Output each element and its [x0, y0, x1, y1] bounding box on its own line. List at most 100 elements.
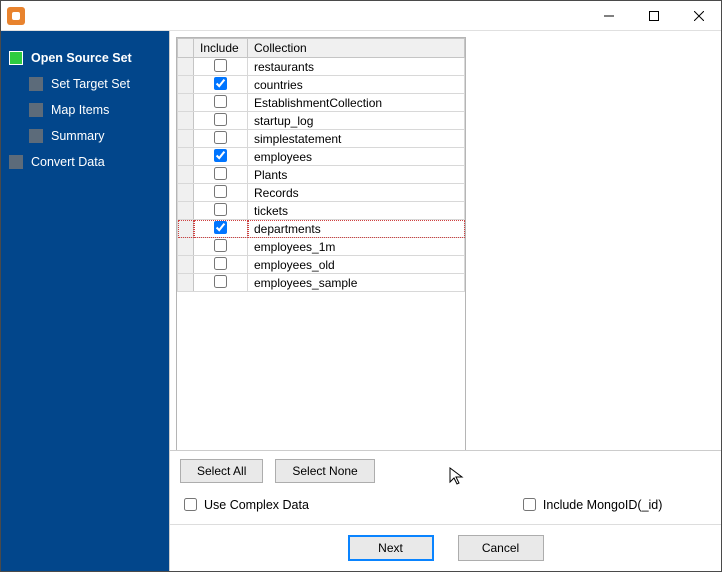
collection-name-cell[interactable]: employees_sample — [248, 274, 465, 292]
step-marker-icon — [29, 129, 43, 143]
table-row[interactable]: employees_1m — [178, 238, 465, 256]
include-checkbox[interactable] — [214, 239, 227, 252]
table-row[interactable]: departments — [178, 220, 465, 238]
table-row[interactable]: employees_sample — [178, 274, 465, 292]
collection-name-cell[interactable]: employees_1m — [248, 238, 465, 256]
close-button[interactable] — [676, 1, 721, 30]
include-cell[interactable] — [194, 202, 248, 220]
wizard-footer: Next Cancel — [170, 524, 721, 571]
collection-name-cell[interactable]: simplestatement — [248, 130, 465, 148]
include-cell[interactable] — [194, 274, 248, 292]
table-row[interactable]: employees — [178, 148, 465, 166]
row-header-cell[interactable] — [178, 184, 194, 202]
collection-name-cell[interactable]: tickets — [248, 202, 465, 220]
step-marker-icon — [9, 51, 23, 65]
include-cell[interactable] — [194, 256, 248, 274]
collection-name-cell[interactable]: employees_old — [248, 256, 465, 274]
collections-table-wrap: Include Collection restaurantscountriesE… — [176, 37, 466, 451]
col-include-header[interactable]: Include — [194, 39, 248, 58]
collection-name-cell[interactable]: Records — [248, 184, 465, 202]
collection-name-cell[interactable]: EstablishmentCollection — [248, 94, 465, 112]
table-row[interactable]: countries — [178, 76, 465, 94]
row-header-cell[interactable] — [178, 274, 194, 292]
collection-name-cell[interactable]: Plants — [248, 166, 465, 184]
row-header-cell[interactable] — [178, 148, 194, 166]
wizard-step-map-items[interactable]: Map Items — [1, 97, 169, 123]
include-checkbox[interactable] — [214, 131, 227, 144]
select-none-button[interactable]: Select None — [275, 459, 374, 483]
row-header-cell[interactable] — [178, 94, 194, 112]
include-checkbox[interactable] — [214, 149, 227, 162]
row-header-cell[interactable] — [178, 256, 194, 274]
table-row[interactable]: restaurants — [178, 58, 465, 76]
window-controls — [586, 1, 721, 30]
include-checkbox[interactable] — [214, 59, 227, 72]
include-cell[interactable] — [194, 94, 248, 112]
collection-name-cell[interactable]: countries — [248, 76, 465, 94]
row-header-cell[interactable] — [178, 220, 194, 238]
row-header-cell[interactable] — [178, 112, 194, 130]
include-checkbox[interactable] — [214, 77, 227, 90]
row-header-cell[interactable] — [178, 166, 194, 184]
include-cell[interactable] — [194, 58, 248, 76]
include-cell[interactable] — [194, 220, 248, 238]
main-panel: Include Collection restaurantscountriesE… — [169, 31, 721, 571]
row-header-cell[interactable] — [178, 238, 194, 256]
table-row[interactable]: Plants — [178, 166, 465, 184]
collection-name-cell[interactable]: restaurants — [248, 58, 465, 76]
step-label: Convert Data — [31, 155, 105, 169]
include-cell[interactable] — [194, 166, 248, 184]
maximize-button[interactable] — [631, 1, 676, 30]
next-button[interactable]: Next — [348, 535, 434, 561]
row-header-cell[interactable] — [178, 130, 194, 148]
include-cell[interactable] — [194, 184, 248, 202]
include-checkbox[interactable] — [214, 275, 227, 288]
include-cell[interactable] — [194, 148, 248, 166]
include-checkbox[interactable] — [214, 95, 227, 108]
maximize-icon — [649, 11, 659, 21]
use-complex-data-label: Use Complex Data — [204, 498, 309, 512]
minimize-icon — [604, 11, 614, 21]
row-header-cell[interactable] — [178, 202, 194, 220]
collection-name-cell[interactable]: employees — [248, 148, 465, 166]
use-complex-data-option[interactable]: Use Complex Data — [180, 495, 309, 514]
include-checkbox[interactable] — [214, 185, 227, 198]
step-marker-icon — [29, 77, 43, 91]
collections-table: Include Collection restaurantscountriesE… — [177, 38, 465, 292]
select-all-button[interactable]: Select All — [180, 459, 263, 483]
table-row[interactable]: EstablishmentCollection — [178, 94, 465, 112]
include-checkbox[interactable] — [214, 221, 227, 234]
step-label: Set Target Set — [51, 77, 130, 91]
include-checkbox[interactable] — [214, 257, 227, 270]
include-mongoid-label: Include MongoID(_id) — [543, 498, 663, 512]
table-row[interactable]: employees_old — [178, 256, 465, 274]
col-collection-header[interactable]: Collection — [248, 39, 465, 58]
row-header-cell[interactable] — [178, 58, 194, 76]
include-cell[interactable] — [194, 130, 248, 148]
table-scroll-area[interactable]: Include Collection restaurantscountriesE… — [170, 31, 721, 451]
options-row: Use Complex Data Include MongoID(_id) — [170, 491, 721, 524]
collection-name-cell[interactable]: startup_log — [248, 112, 465, 130]
wizard-step-convert-data[interactable]: Convert Data — [1, 149, 169, 175]
row-header-cell[interactable] — [178, 76, 194, 94]
include-checkbox[interactable] — [214, 167, 227, 180]
include-mongoid-option[interactable]: Include MongoID(_id) — [519, 495, 663, 514]
use-complex-data-checkbox[interactable] — [184, 498, 197, 511]
cancel-button[interactable]: Cancel — [458, 535, 544, 561]
table-row[interactable]: simplestatement — [178, 130, 465, 148]
include-mongoid-checkbox[interactable] — [523, 498, 536, 511]
include-checkbox[interactable] — [214, 203, 227, 216]
include-cell[interactable] — [194, 112, 248, 130]
wizard-step-open-source-set[interactable]: Open Source Set — [1, 45, 169, 71]
step-label: Summary — [51, 129, 104, 143]
table-row[interactable]: Records — [178, 184, 465, 202]
wizard-step-summary[interactable]: Summary — [1, 123, 169, 149]
table-row[interactable]: tickets — [178, 202, 465, 220]
minimize-button[interactable] — [586, 1, 631, 30]
include-cell[interactable] — [194, 238, 248, 256]
table-row[interactable]: startup_log — [178, 112, 465, 130]
include-cell[interactable] — [194, 76, 248, 94]
include-checkbox[interactable] — [214, 113, 227, 126]
wizard-step-set-target-set[interactable]: Set Target Set — [1, 71, 169, 97]
collection-name-cell[interactable]: departments — [248, 220, 465, 238]
